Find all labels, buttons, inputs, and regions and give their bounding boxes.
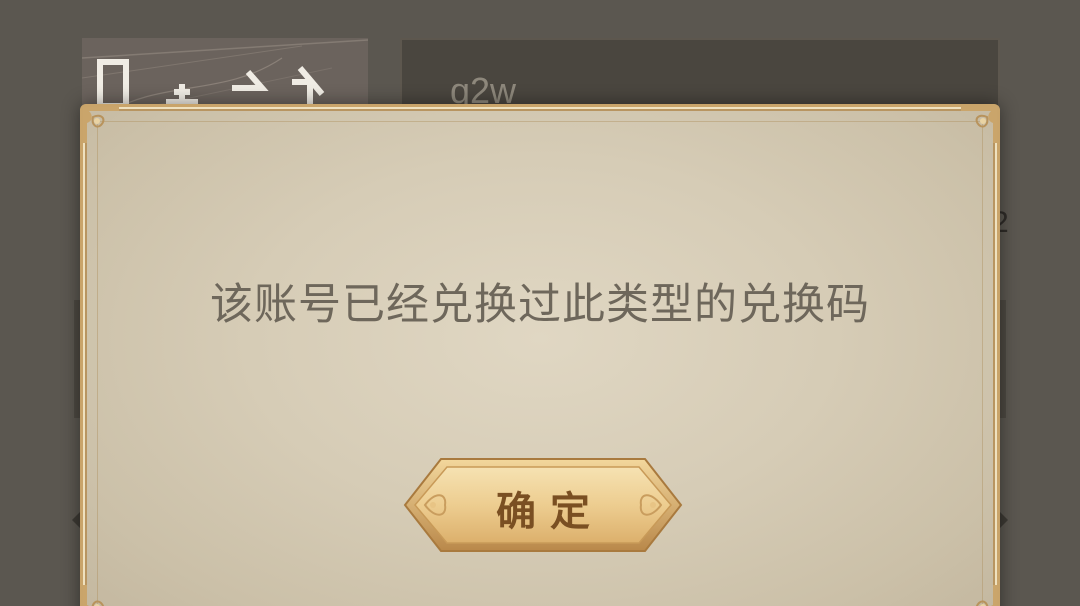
confirm-button[interactable]: 确定 — [401, 453, 685, 557]
alert-dialog: 该账号已经兑换过此类型的兑换码 确定 — [80, 104, 1000, 606]
background-edge-right — [1000, 300, 1006, 418]
left-arrow-icon — [72, 512, 80, 528]
corner-ornament-icon — [961, 107, 997, 143]
dialog-message: 该账号已经兑换过此类型的兑换码 — [210, 280, 870, 330]
right-arrow-icon — [1000, 512, 1008, 528]
corner-ornament-icon — [83, 585, 119, 606]
corner-ornament-icon — [83, 107, 119, 143]
confirm-button-label: 确定 — [496, 488, 604, 535]
corner-ornament-icon — [961, 585, 997, 606]
screen: q2w 2 该账号已经兑换过此类型的兑换码 确定 — [0, 0, 1080, 606]
